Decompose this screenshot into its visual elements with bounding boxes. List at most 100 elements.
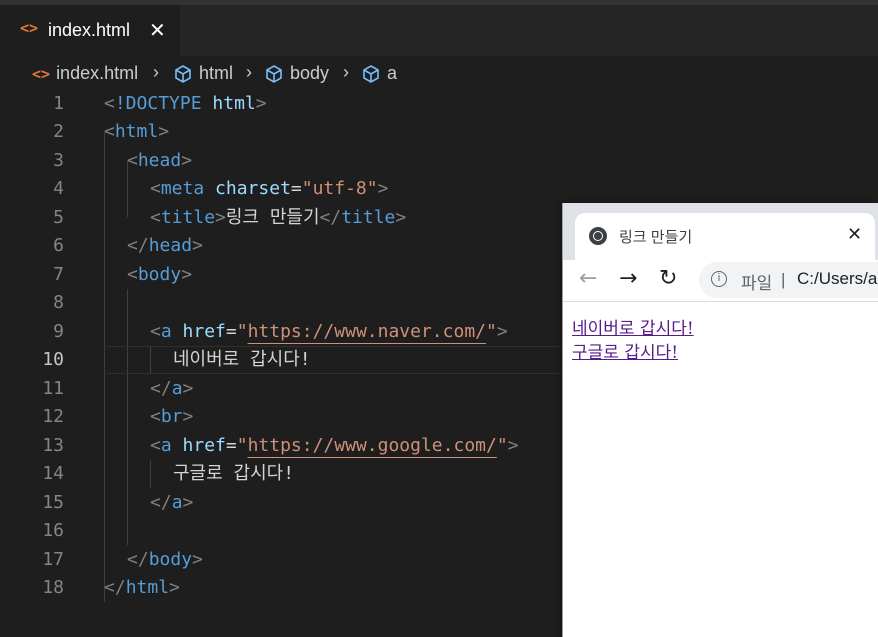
code-text: 구글로 갑시다!: [173, 463, 295, 484]
editor-tab-label: index.html: [48, 20, 131, 40]
tag-name: a: [171, 378, 183, 399]
tag-name: title: [341, 207, 396, 228]
doctype-value: html: [212, 93, 256, 114]
code-text: </a>: [150, 492, 194, 513]
browser-window: 링크 만들기 ✕ ← → ↻ i 파일 | C:/Users/a 네이버로 갑시…: [562, 203, 878, 637]
browser-page: 네이버로 갑시다! 구글로 갑시다!: [563, 302, 878, 637]
code-line: 4 <meta charset="utf-8">: [0, 175, 878, 203]
browser-tab-title: 링크 만들기: [619, 229, 693, 246]
breadcrumb-file[interactable]: <> index.html: [32, 63, 138, 84]
line-number: 14: [42, 463, 64, 484]
address-divider: |: [781, 270, 786, 289]
code-text: <meta charset="utf-8">: [150, 178, 389, 199]
breadcrumb-item-label: a: [387, 63, 398, 83]
editor-tab-index-html[interactable]: <> index.html ✕: [0, 5, 180, 56]
line-number: 5: [53, 207, 64, 228]
info-icon[interactable]: i: [711, 271, 727, 287]
code-text: <head>: [127, 150, 193, 171]
code-line: 2 <html>: [0, 118, 878, 146]
line-number: 13: [42, 435, 64, 456]
attr-name: charset: [215, 178, 291, 199]
line-number: 17: [42, 549, 64, 570]
line-number: 7: [53, 264, 64, 285]
line-number: 18: [42, 577, 64, 598]
tag-name: head: [137, 150, 182, 171]
breadcrumb-item-body[interactable]: body: [264, 63, 329, 84]
code-text: <body>: [127, 264, 193, 285]
tag-name: body: [137, 264, 182, 285]
code-text: </body>: [127, 549, 203, 570]
breadcrumb-item-a[interactable]: a: [361, 63, 397, 84]
code-text: <br>: [150, 406, 194, 427]
link-url[interactable]: https://www.naver.com/: [248, 321, 486, 342]
tag-name: title: [160, 207, 216, 228]
doctype-keyword: !DOCTYPE: [114, 93, 202, 114]
reload-icon[interactable]: ↻: [659, 266, 677, 291]
chevron-right-icon: ›: [343, 62, 349, 82]
cube-icon: [266, 64, 282, 83]
breadcrumb-item-html[interactable]: html: [173, 63, 233, 84]
line-number: 1: [53, 93, 64, 114]
cube-icon: [175, 64, 191, 83]
tag-name: br: [160, 406, 183, 427]
title-text: 링크 만들기: [225, 207, 320, 228]
close-icon[interactable]: ✕: [847, 224, 862, 245]
attr-name: href: [182, 321, 226, 342]
line-number: 12: [42, 406, 64, 427]
code-line: 3 <head>: [0, 147, 878, 175]
tag-name: meta: [160, 178, 205, 199]
code-text: <title>링크 만들기</title>: [150, 207, 407, 228]
html-file-icon: <>: [32, 64, 51, 83]
editor-tab-bar: <> index.html ✕: [0, 5, 878, 56]
breadcrumb-item-label: body: [290, 63, 330, 83]
code-line: 1 <!DOCTYPE html>: [0, 90, 878, 118]
browser-tab[interactable]: 링크 만들기 ✕: [575, 213, 875, 260]
tag-name: a: [160, 321, 172, 342]
link-google[interactable]: 구글로 갑시다!: [572, 338, 678, 363]
code-text: <!DOCTYPE html>: [104, 93, 267, 114]
line-number: 11: [42, 378, 64, 399]
browser-toolbar: ← → ↻ i 파일 | C:/Users/a: [563, 260, 878, 302]
quote-mark: ": [486, 321, 497, 342]
line-number: 16: [42, 520, 64, 541]
link-naver[interactable]: 네이버로 갑시다!: [572, 314, 694, 339]
address-scheme: 파일: [741, 274, 773, 293]
back-icon[interactable]: ←: [579, 266, 597, 291]
browser-tab-bar: 링크 만들기 ✕: [563, 203, 878, 260]
tag-name: html: [114, 121, 159, 142]
quote-mark: ": [236, 435, 248, 456]
close-icon[interactable]: ✕: [149, 18, 166, 42]
code-text: 네이버로 갑시다!: [173, 349, 311, 370]
tag-name: head: [148, 235, 193, 256]
breadcrumb: <> index.html › html › body › a: [0, 58, 878, 90]
code-text: </a>: [150, 378, 194, 399]
address-bar[interactable]: i 파일 | C:/Users/a: [699, 262, 878, 298]
tag-name: body: [148, 549, 193, 570]
line-number: 2: [53, 121, 64, 142]
line-number: 9: [53, 321, 64, 342]
cube-icon: [363, 64, 379, 83]
chevron-right-icon: ›: [246, 62, 252, 82]
quote-mark: ": [236, 321, 248, 342]
line-number: 6: [53, 235, 64, 256]
tag-name: a: [160, 435, 172, 456]
address-url[interactable]: C:/Users/a: [797, 269, 877, 289]
breadcrumb-file-label: index.html: [56, 63, 139, 83]
quote-mark: ": [496, 435, 508, 456]
line-number: 4: [53, 178, 64, 199]
code-text: </head>: [127, 235, 203, 256]
line-number: 8: [53, 292, 64, 313]
attr-name: href: [182, 435, 226, 456]
html-file-icon: <>: [20, 19, 39, 37]
tag-name: a: [171, 492, 183, 513]
tag-name: html: [125, 577, 170, 598]
breadcrumb-item-label: html: [199, 63, 234, 83]
line-number: 10: [42, 349, 64, 370]
link-url[interactable]: https://www.google.com/: [248, 435, 497, 456]
code-text: <a href="https://www.google.com/">: [150, 435, 519, 456]
line-number: 3: [53, 150, 64, 171]
forward-icon[interactable]: →: [619, 266, 637, 291]
code-text: <a href="https://www.naver.com/">: [150, 321, 508, 342]
chevron-right-icon: ›: [153, 62, 159, 82]
code-text: <html>: [104, 121, 170, 142]
